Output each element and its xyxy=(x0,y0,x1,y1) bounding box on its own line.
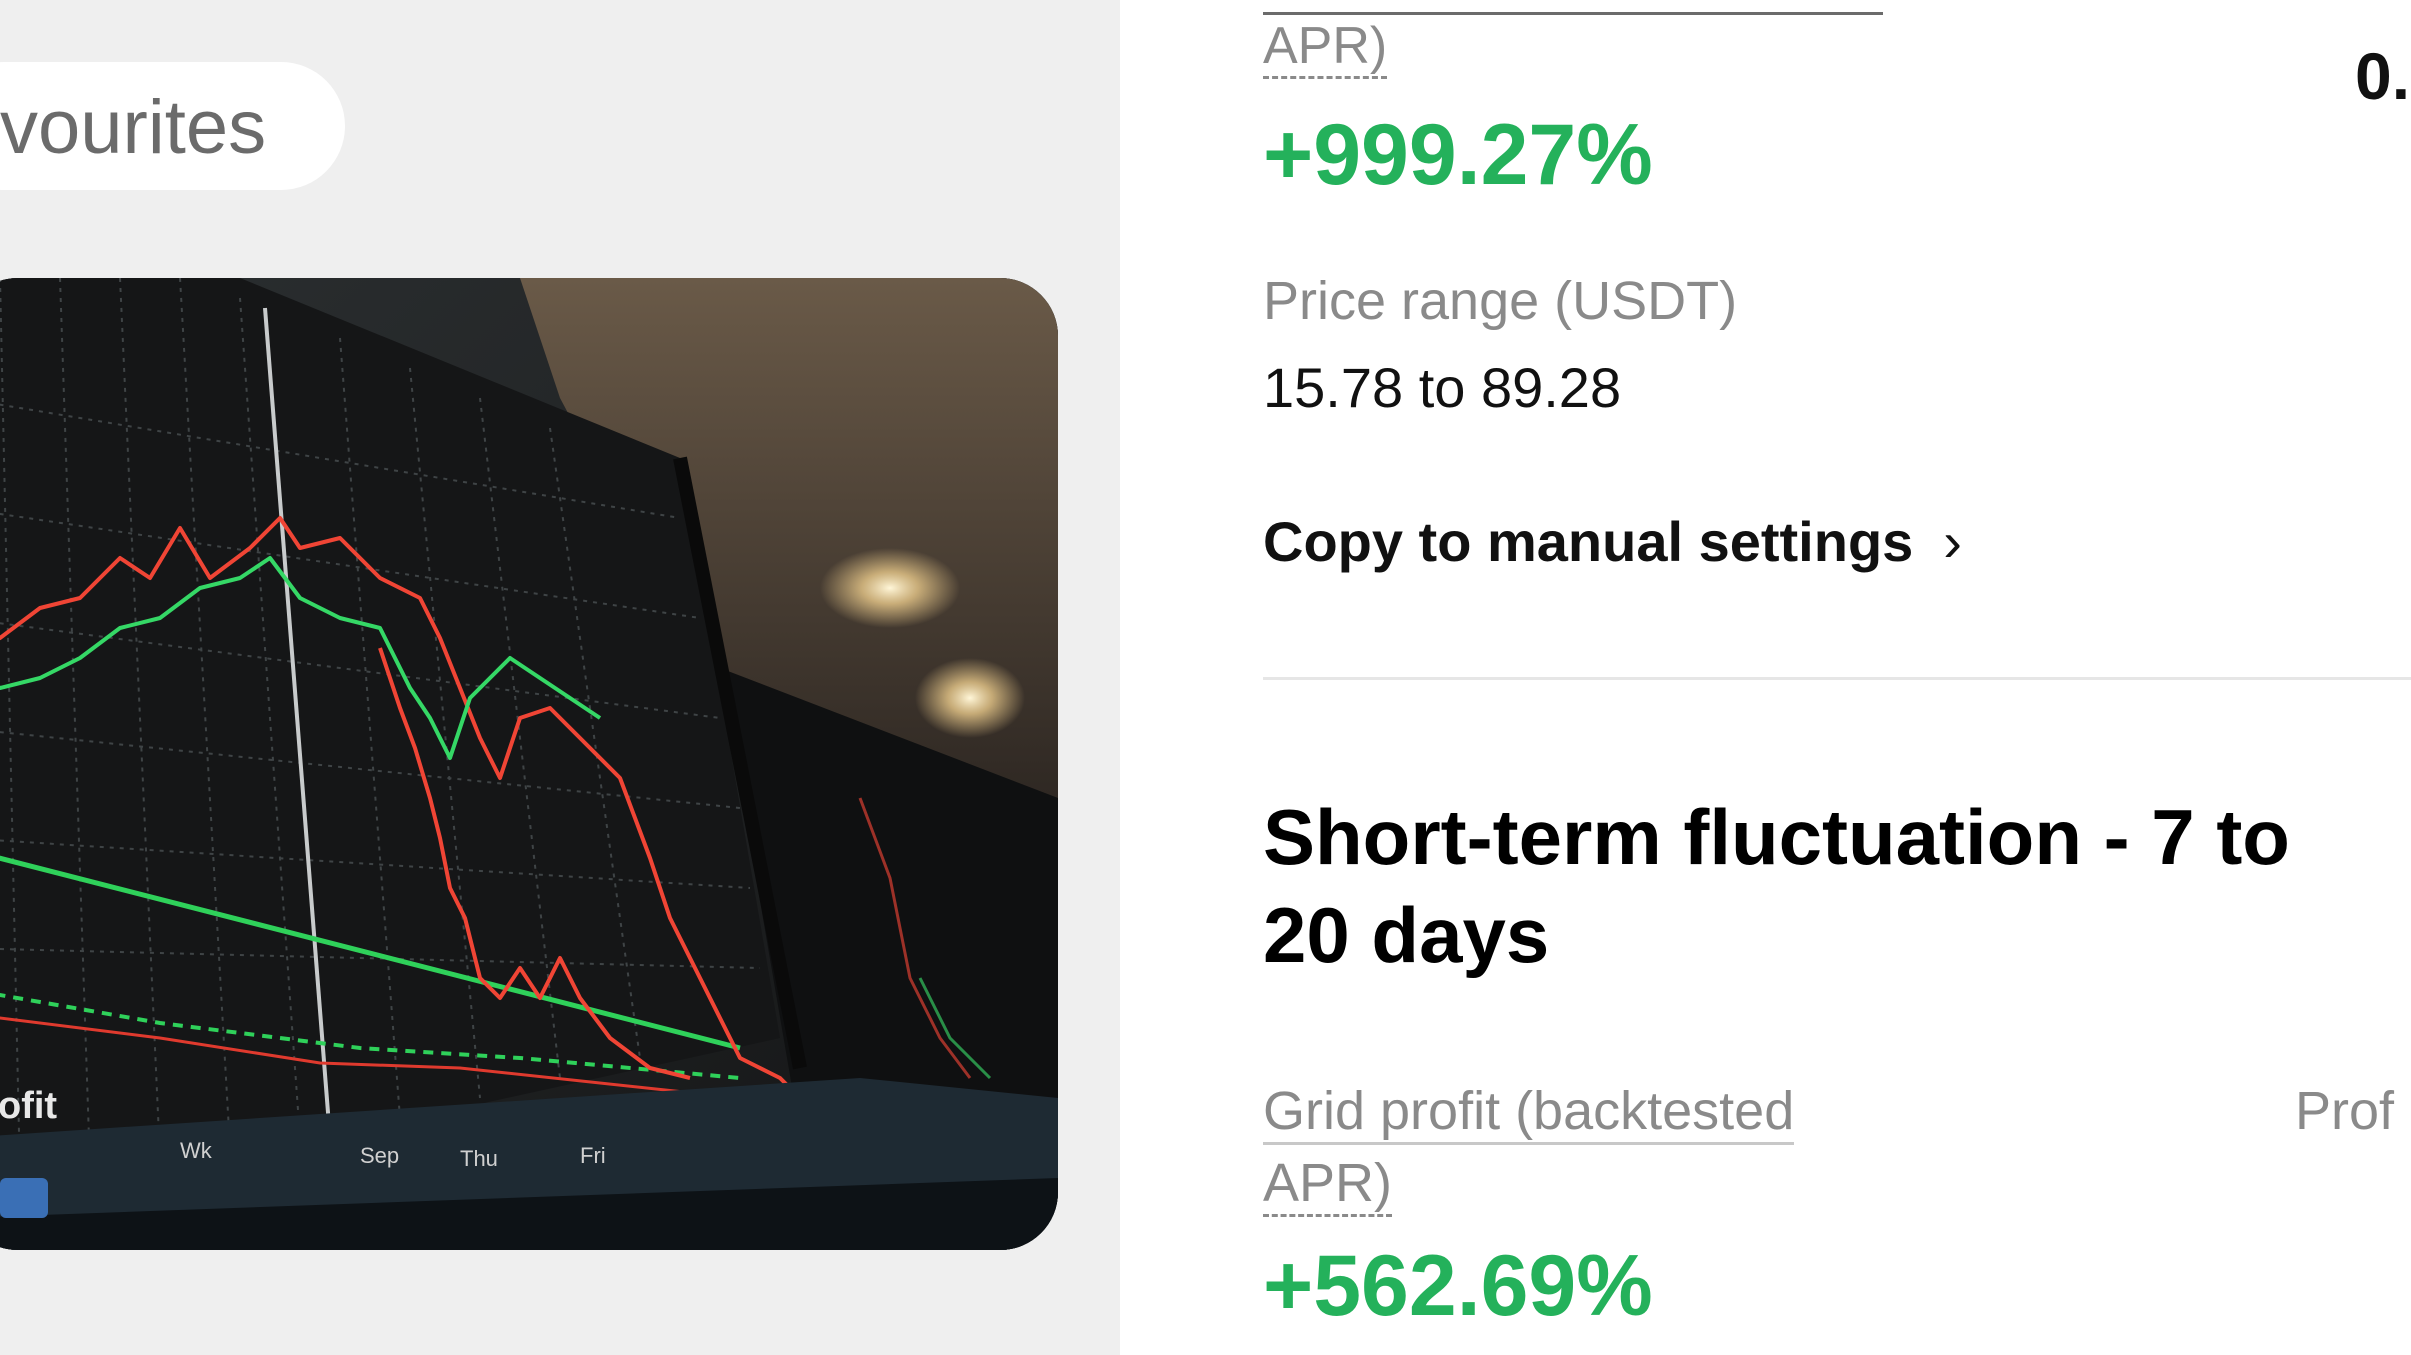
apr-label-tail: APR) xyxy=(1263,16,1388,79)
section-divider xyxy=(1263,677,2411,680)
strategy-title-line2: 20 days xyxy=(1263,891,1550,979)
copy-link-label: Copy to manual settings xyxy=(1263,510,1914,573)
price-range-value: 15.78 to 89.28 xyxy=(1263,356,1622,419)
grid-profit-value: +562.69% xyxy=(1263,1238,1653,1334)
photo-axis-label: Thu xyxy=(460,1146,498,1171)
strategy-title-line1: Short-term fluctuation - 7 to xyxy=(1263,793,2290,881)
photo-axis-label: Wk xyxy=(180,1138,213,1163)
grid-strategy-panel: APR) 0. +999.27% Price range (USDT) 15.7… xyxy=(1120,0,2411,1355)
photo-axis-label: Sep xyxy=(360,1143,399,1168)
taskbar-app-icon xyxy=(0,1178,48,1218)
copy-to-manual-settings-link[interactable]: Copy to manual settings › xyxy=(1263,510,1962,574)
photo-overlay-text: ofit xyxy=(0,1085,57,1127)
grid-profit-label-line1: Grid profit (backtested xyxy=(1263,1080,1795,1145)
chevron-right-icon: › xyxy=(1943,510,1962,573)
profit-label-partial: Prof xyxy=(2295,1081,2395,1141)
left-panel: vourites ofit Wk Sep Thu Fri xyxy=(0,0,1120,1355)
apr-value: +999.27% xyxy=(1263,107,1653,203)
photo-axis-label: Fri xyxy=(580,1143,606,1168)
favourites-label: vourites xyxy=(0,85,267,170)
right-value-partial: 0. xyxy=(2355,39,2411,113)
price-range-label: Price range (USDT) xyxy=(1263,271,1738,331)
chart-photo-illustration: ofit Wk Sep Thu Fri xyxy=(0,278,1058,1250)
grid-profit-label-line2: APR) xyxy=(1263,1152,1393,1217)
cut-off-label-underline xyxy=(1263,0,1883,15)
trading-chart-photo: ofit Wk Sep Thu Fri xyxy=(0,278,1058,1250)
